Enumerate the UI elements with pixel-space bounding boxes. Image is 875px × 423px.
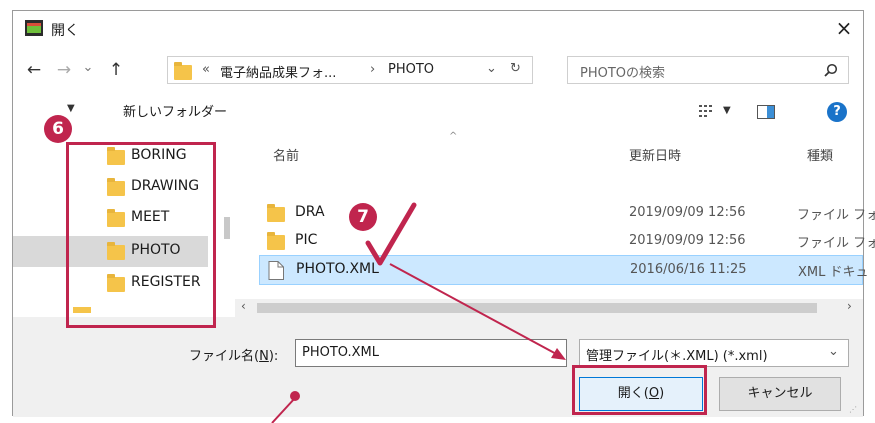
pointer-dot-icon [290,391,300,401]
annotation-overlay [271,202,566,423]
arrow-line [389,263,561,357]
pointer-line [271,397,296,423]
arrow-head-icon [551,348,566,360]
checkmark-icon [365,202,417,266]
